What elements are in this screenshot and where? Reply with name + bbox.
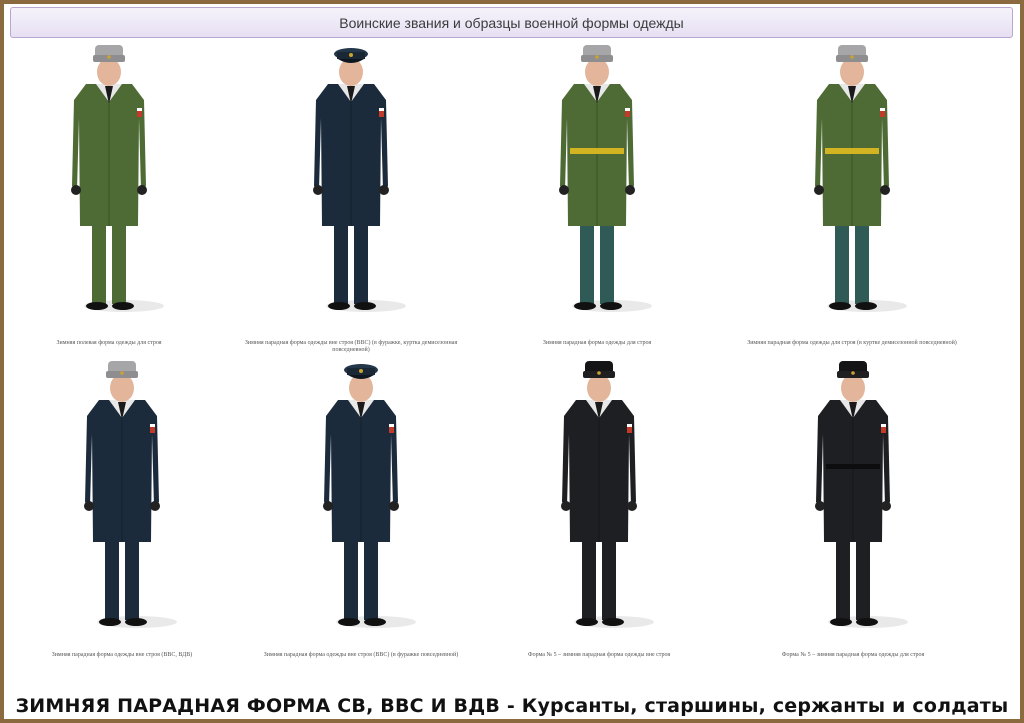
soldier-illustration (323, 364, 416, 628)
title-bar: Воинские звания и образцы военной формы … (10, 7, 1013, 38)
uniform-figure: Зимняя парадная форма одежды вне строя (… (0, 356, 247, 666)
uniform-caption: Форма № 5 – зимняя парадная форма одежды… (781, 652, 925, 658)
uniform-caption: Форма № 5 – зимняя парадная форма одежды… (527, 652, 671, 658)
slide: Воинские звания и образцы военной формы … (4, 4, 1020, 719)
uniform-figure: Зимняя парадная форма одежды для строя (472, 40, 722, 350)
soldier-illustration (84, 361, 177, 628)
uniform-caption: Зимняя парадная форма одежды вне строя (… (51, 652, 193, 658)
uniform-caption: Зимняя парадная форма одежды для строя (542, 340, 652, 346)
soldier-illustration (814, 45, 907, 312)
uniform-figure: Зимняя парадная форма одежды вне строя (… (236, 356, 486, 666)
soldier-illustration (313, 48, 406, 312)
uniform-figure: Форма № 5 – зимняя парадная форма одежды… (728, 356, 978, 666)
uniform-figure: Зимняя парадная форма одежды вне строя (… (226, 40, 476, 353)
soldier-illustration (815, 361, 908, 628)
uniform-figure: Форма № 5 – зимняя парадная форма одежды… (474, 356, 724, 666)
uniform-figure: Зимняя полевая форма одежды для строя (0, 40, 234, 350)
soldier-illustration (559, 45, 652, 312)
uniform-caption: Зимняя парадная форма одежды вне строя (… (244, 340, 458, 353)
footer-heading: ЗИМНЯЯ ПАРАДНАЯ ФОРМА СВ, ВВС И ВДВ - Ку… (15, 695, 1009, 717)
soldier-illustration (71, 45, 164, 312)
soldier-illustration (561, 361, 654, 628)
page-title: Воинские звания и образцы военной формы … (339, 14, 684, 31)
uniform-caption: Зимняя полевая форма одежды для строя (56, 340, 162, 346)
uniform-caption: Зимняя парадная форма одежды вне строя (… (263, 652, 459, 658)
uniform-figure: Зимняя парадная форма одежды для строя (… (727, 40, 977, 350)
uniform-caption: Зимняя парадная форма одежды для строя (… (747, 340, 957, 346)
